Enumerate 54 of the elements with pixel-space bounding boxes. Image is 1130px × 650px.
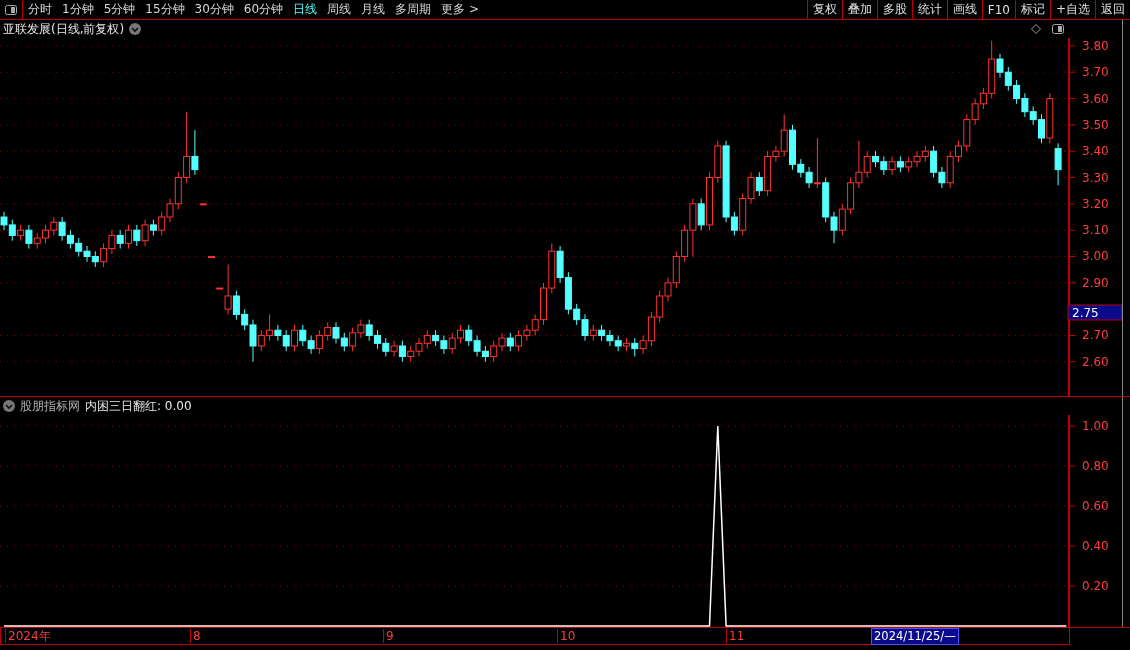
candlestick (208, 256, 215, 258)
axis-label: 0.20 (1082, 579, 1109, 593)
toolbar-button[interactable]: 叠加 (841, 0, 877, 19)
axis-label: 3.80 (1082, 38, 1109, 53)
indicator-source: 股朋指标网 (20, 397, 80, 415)
period-tab[interactable]: 30分钟 (189, 0, 239, 19)
axis-label: 0.60 (1082, 499, 1109, 513)
panel-toggle-icon[interactable] (1052, 24, 1064, 34)
axis-label: 2.90 (1082, 275, 1109, 290)
cursor-date-label: 2024/11/25/— (871, 628, 959, 645)
diamond-icon[interactable] (1031, 24, 1041, 34)
axis-label: 0.80 (1082, 459, 1109, 473)
candlestick (199, 203, 207, 206)
toolbar-button[interactable]: 画线 (946, 0, 982, 19)
period-tab[interactable]: 更多 > (436, 0, 484, 19)
toolbar-button[interactable]: 统计 (911, 0, 947, 19)
chart-title: 亚联发展(日线,前复权) (3, 20, 125, 38)
date-axis-label: 8 (190, 629, 201, 643)
axis-label: 1.00 (1082, 419, 1109, 433)
toolbar-button[interactable]: +自选 (1049, 0, 1095, 19)
axis-label: 3.70 (1082, 65, 1109, 80)
axis-label: 3.10 (1082, 223, 1109, 238)
date-axis-label: 2024年 (5, 629, 51, 643)
chevron-down-icon[interactable] (129, 23, 142, 35)
toolbar-button[interactable]: 返回 (1095, 0, 1130, 19)
current-price-label: 2.75 (1067, 304, 1122, 321)
axis-label: 2.60 (1082, 354, 1109, 369)
panel-toggle-icon[interactable] (5, 4, 17, 15)
axis-label: 2.70 (1082, 328, 1109, 343)
period-tab[interactable]: 周线 (322, 0, 357, 19)
axis-label: 3.00 (1082, 249, 1109, 264)
period-tab[interactable]: 月线 (356, 0, 391, 19)
axis-label: 3.40 (1082, 144, 1109, 159)
date-axis-label: 11 (726, 629, 745, 643)
period-tab[interactable]: 分时 (23, 0, 57, 19)
period-tab[interactable]: 1分钟 (57, 0, 99, 19)
period-tab[interactable]: 5分钟 (98, 0, 141, 19)
period-tab[interactable]: 日线 (288, 0, 323, 19)
axis-label: 3.30 (1082, 170, 1109, 185)
toolbar-button[interactable]: 多股 (876, 0, 912, 19)
axis-label: 0.40 (1082, 539, 1109, 553)
toolbar-button[interactable]: F10 (981, 0, 1015, 19)
axis-label: 3.50 (1082, 117, 1109, 132)
period-tab[interactable]: 60分钟 (238, 0, 289, 19)
chevron-down-icon[interactable] (3, 400, 15, 412)
toolbar-button[interactable]: 标记 (1014, 0, 1050, 19)
date-axis-label: 10 (557, 629, 576, 643)
period-tab[interactable]: 15分钟 (140, 0, 190, 19)
toolbar-button[interactable]: 复权 (806, 0, 842, 19)
axis-label: 3.60 (1082, 91, 1109, 106)
indicator-value: 内困三日翻红: 0.00 (85, 397, 192, 415)
period-tab[interactable]: 多周期 (390, 0, 437, 19)
date-axis-label: 9 (383, 629, 394, 643)
axis-label: 3.20 (1082, 196, 1109, 211)
